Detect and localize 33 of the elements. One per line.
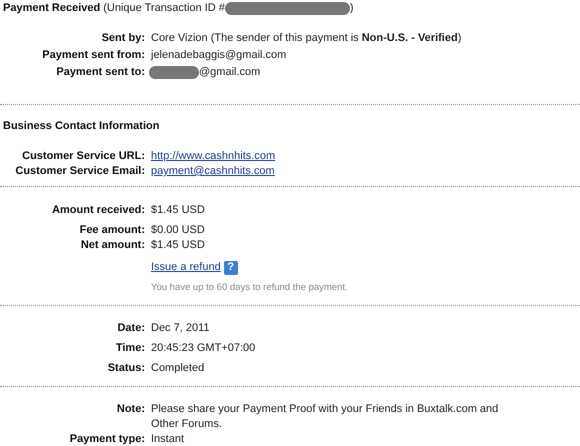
- field-value: Completed: [151, 361, 204, 376]
- field-value: Dec 7, 2011: [151, 321, 210, 336]
- field-label: Net amount:: [80, 238, 146, 253]
- field-label: Sent by:: [100, 31, 146, 46]
- help-button[interactable]: ?: [224, 260, 238, 274]
- field-value: Please share your Payment Proof with your Friends in Buxtalk.com and Other Forums.: [151, 403, 498, 430]
- field-label: Customer Service Email:: [14, 164, 146, 179]
- field-label: Status:: [106, 361, 146, 376]
- section-title: Payment Received: [3, 1, 102, 16]
- field-value: @gmail.com: [199, 65, 260, 80]
- field-label: Amount received:: [51, 203, 146, 218]
- field-value: $0.00 USD: [151, 223, 205, 238]
- field-label: Payment sent from:: [41, 48, 146, 63]
- field-label: Fee amount:: [78, 223, 146, 238]
- field-label: Customer Service URL:: [21, 149, 146, 164]
- refund-note: You have up to 60 days to refund the payment.: [150, 281, 349, 294]
- refund-link[interactable]: Issue a refund: [151, 260, 221, 275]
- field-value: $1.45 USD: [151, 203, 205, 218]
- field-label: Payment sent to:: [55, 65, 146, 80]
- field-value: Instant: [151, 433, 184, 445]
- field-label: Date:: [116, 321, 146, 336]
- field-value: jelenadebaggis@gmail.com: [151, 48, 286, 63]
- field-label: Time:: [114, 341, 146, 356]
- field-label: Note:: [116, 402, 146, 417]
- field-value: $1.45 USD: [151, 238, 205, 253]
- link[interactable]: payment@cashnhits.com: [151, 164, 275, 179]
- transaction-id-suffix: ): [350, 1, 354, 16]
- link[interactable]: http://www.cashnhits.com: [151, 149, 276, 164]
- field-value: Core Vizion (The sender of this payment is Non-U.S. - Verified): [151, 31, 462, 46]
- field-label: Payment type:: [68, 432, 146, 446]
- field-value: 20:45:23 GMT+07:00: [151, 341, 256, 356]
- transaction-id-label: (Unique Transaction ID #: [103, 1, 225, 16]
- section-title: Business Contact Information: [2, 119, 160, 134]
